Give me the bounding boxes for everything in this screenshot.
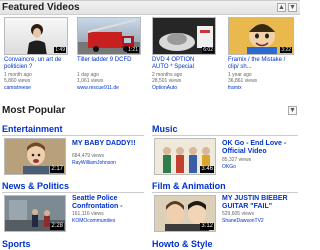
popular-header: Most Popular ▼	[0, 105, 300, 120]
category-entertainment[interactable]: Entertainment	[2, 124, 63, 134]
film-thumb[interactable]: 3:12	[154, 195, 216, 232]
duration-badge: 1:49	[54, 47, 66, 53]
divider	[2, 192, 144, 193]
featured-video-views-1: 5,860 views	[4, 78, 31, 84]
music-thumb[interactable]: 3:46	[154, 138, 216, 175]
duration-badge: 2:28	[50, 223, 64, 230]
featured-header: Featured Videos ▲ ▼	[0, 0, 300, 15]
category-sports[interactable]: Sports	[2, 239, 31, 249]
duration-badge: 3:22	[280, 47, 292, 53]
divider	[152, 135, 298, 136]
featured-video-title-1[interactable]: Convaincre, un art de politicien ?	[4, 57, 74, 71]
minimize-icon[interactable]: ▼	[288, 3, 297, 12]
entertainment-thumb[interactable]: 2:17	[4, 138, 66, 175]
film-video-user[interactable]: ShaneDawsonTV2	[222, 218, 264, 224]
duration-badge: 1:21	[127, 47, 139, 53]
duration-badge: 3:46	[200, 166, 214, 173]
music-video-views: 85,327 views	[222, 157, 252, 163]
duration-badge: 2:17	[50, 166, 64, 173]
film-video-title[interactable]: MY JUSTIN BIEBER GUITAR "FAIL"	[222, 195, 300, 211]
duration-badge: 3:12	[200, 223, 214, 230]
category-news-politics[interactable]: News & Politics	[2, 181, 69, 191]
featured-thumb-1[interactable]: 1:49	[4, 17, 68, 55]
featured-video-user-3[interactable]: OptionAuto	[152, 85, 177, 91]
music-video-user[interactable]: OKGo	[222, 164, 236, 170]
music-video-title[interactable]: OK Go - End Love - Official Video	[222, 140, 300, 156]
featured-video-title-4[interactable]: Framix / the Mistake / clip/ sh...	[228, 57, 300, 71]
entertainment-video-title[interactable]: MY BABY DADDY!!	[72, 140, 147, 148]
divider	[2, 135, 144, 136]
popular-title: Most Popular	[2, 105, 66, 116]
category-film-animation[interactable]: Film & Animation	[152, 181, 226, 191]
news-video-user[interactable]: KOMOcommunities	[72, 218, 115, 224]
featured-video-views-3: 28,501 views	[152, 78, 182, 84]
featured-title: Featured Videos	[2, 2, 80, 13]
featured-thumb-3[interactable]: 6:02	[152, 17, 216, 55]
featured-video-user-1[interactable]: camistreese	[4, 85, 31, 91]
featured-thumb-2[interactable]: 1:21	[77, 17, 141, 55]
entertainment-video-user[interactable]: RayWilliamJohnson	[72, 160, 116, 166]
news-thumb[interactable]: 2:28	[4, 195, 66, 232]
minimize-icon[interactable]: ▼	[288, 106, 297, 115]
news-video-views: 161,116 views	[72, 211, 104, 217]
featured-video-title-2[interactable]: Tiller ladder 9 DCFD	[77, 57, 149, 64]
category-music[interactable]: Music	[152, 124, 178, 134]
entertainment-video-views: 684,479 views	[72, 153, 104, 159]
divider	[152, 192, 298, 193]
scroll-up-icon[interactable]: ▲	[277, 3, 286, 12]
featured-video-views-2: 1,061 views	[77, 78, 104, 84]
category-howto-style[interactable]: Howto & Style	[152, 239, 213, 249]
news-video-title[interactable]: Seattle Police Confrontation -	[72, 195, 147, 211]
featured-video-title-3[interactable]: DVD 4 OPTION AUTO * Special	[152, 57, 224, 71]
featured-video-user-2[interactable]: www.rescue911.de	[77, 85, 119, 91]
featured-video-user-4[interactable]: framix	[228, 85, 242, 91]
film-video-views: 529,605 views	[222, 211, 254, 217]
featured-video-views-4: 36,861 views	[228, 78, 258, 84]
featured-thumb-4[interactable]: 3:22	[228, 17, 294, 55]
duration-badge: 6:02	[202, 47, 214, 53]
